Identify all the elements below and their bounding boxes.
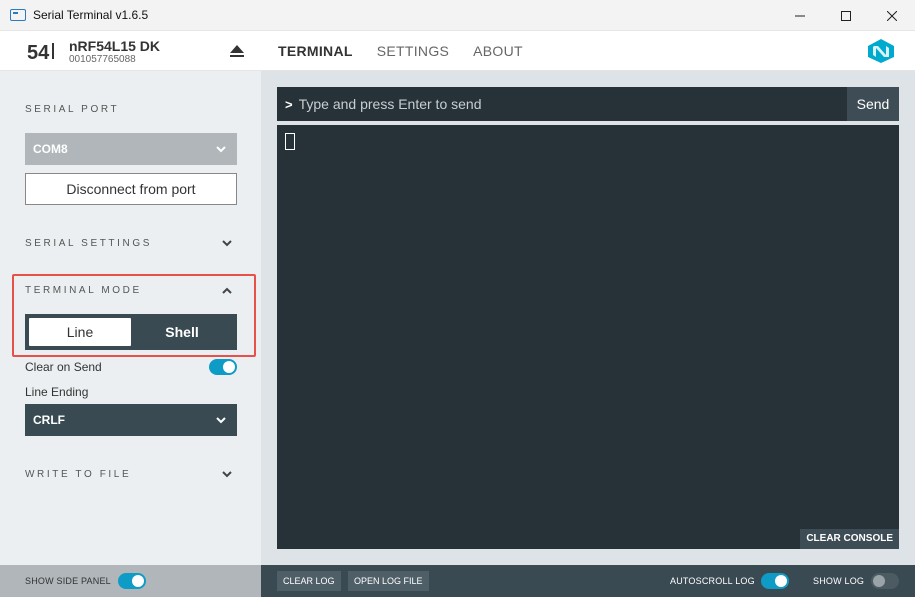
- autoscroll-label: AUTOSCROLL LOG: [670, 576, 755, 586]
- clear-on-send-label: Clear on Send: [25, 360, 102, 374]
- nordic-logo-icon: [868, 39, 894, 63]
- chevron-down-icon[interactable]: [221, 468, 233, 480]
- show-log-label: SHOW LOG: [813, 576, 865, 586]
- terminal-mode-title[interactable]: TERMINAL MODE: [25, 285, 142, 296]
- close-button[interactable]: [869, 0, 915, 31]
- window-controls: [777, 0, 915, 31]
- tab-settings[interactable]: SETTINGS: [377, 43, 449, 59]
- line-ending-value: CRLF: [33, 413, 65, 427]
- autoscroll-toggle[interactable]: [761, 573, 789, 589]
- side-panel: SERIAL PORT COM8 Disconnect from port SE…: [0, 71, 261, 565]
- nrf54-device-icon: 54: [27, 42, 54, 63]
- open-log-file-button[interactable]: OPEN LOG FILE: [348, 571, 429, 591]
- clear-on-send-toggle[interactable]: [209, 359, 237, 375]
- chevron-down-icon: [216, 146, 226, 153]
- terminal-output[interactable]: CLEAR CONSOLE: [277, 125, 899, 549]
- svg-text:54: 54: [27, 42, 50, 63]
- main-panel: > Send CLEAR CONSOLE: [261, 71, 915, 565]
- device-serial: 001057765088: [69, 54, 136, 65]
- port-select-value: COM8: [33, 142, 68, 156]
- line-ending-label: Line Ending: [25, 385, 89, 399]
- minimize-button[interactable]: [777, 0, 823, 31]
- bottom-bar-right: CLEAR LOG OPEN LOG FILE AUTOSCROLL LOG S…: [261, 565, 915, 597]
- terminal-app-icon: [10, 9, 26, 21]
- chevron-up-icon[interactable]: [221, 285, 233, 297]
- show-log-toggle[interactable]: [871, 573, 899, 589]
- prompt-symbol: >: [285, 96, 293, 112]
- port-select[interactable]: COM8: [25, 133, 237, 165]
- bottom-bar-left: SHOW SIDE PANEL: [0, 565, 261, 597]
- mode-line-button[interactable]: Line: [29, 318, 131, 346]
- tab-terminal[interactable]: TERMINAL: [278, 43, 353, 59]
- device-selector[interactable]: 54 nRF54L15 DK 001057765088: [0, 31, 261, 71]
- main-nav: TERMINAL SETTINGS ABOUT: [278, 31, 523, 71]
- serial-port-title: SERIAL PORT: [25, 104, 120, 115]
- mode-shell-button[interactable]: Shell: [131, 318, 233, 346]
- device-name: nRF54L15 DK: [69, 38, 161, 54]
- disconnect-button[interactable]: Disconnect from port: [25, 173, 237, 205]
- chevron-down-icon: [216, 417, 226, 424]
- eject-icon[interactable]: [229, 43, 245, 59]
- command-input[interactable]: [298, 96, 847, 112]
- app-header: 54 nRF54L15 DK 001057765088 TERMINAL SET…: [0, 31, 915, 71]
- write-to-file-title[interactable]: WRITE TO FILE: [25, 469, 131, 480]
- close-icon: [887, 10, 897, 21]
- maximize-icon: [841, 10, 851, 21]
- tab-about[interactable]: ABOUT: [473, 43, 523, 59]
- bottom-bar: SHOW SIDE PANEL CLEAR LOG OPEN LOG FILE …: [0, 565, 915, 597]
- show-side-panel-toggle[interactable]: [118, 573, 146, 589]
- command-bar: > Send: [277, 87, 899, 121]
- title-bar: Serial Terminal v1.6.5: [0, 0, 915, 31]
- serial-settings-title[interactable]: SERIAL SETTINGS: [25, 238, 152, 249]
- chevron-down-icon[interactable]: [221, 237, 233, 249]
- terminal-cursor: [285, 133, 295, 150]
- clear-log-button[interactable]: CLEAR LOG: [277, 571, 341, 591]
- clear-console-button[interactable]: CLEAR CONSOLE: [800, 529, 899, 549]
- minimize-icon: [795, 15, 805, 16]
- terminal-mode-toggle: Line Shell: [25, 314, 237, 350]
- send-button[interactable]: Send: [847, 87, 899, 121]
- line-ending-select[interactable]: CRLF: [25, 404, 237, 436]
- show-side-panel-label: SHOW SIDE PANEL: [25, 576, 111, 586]
- maximize-button[interactable]: [823, 0, 869, 31]
- window-title: Serial Terminal v1.6.5: [33, 8, 149, 22]
